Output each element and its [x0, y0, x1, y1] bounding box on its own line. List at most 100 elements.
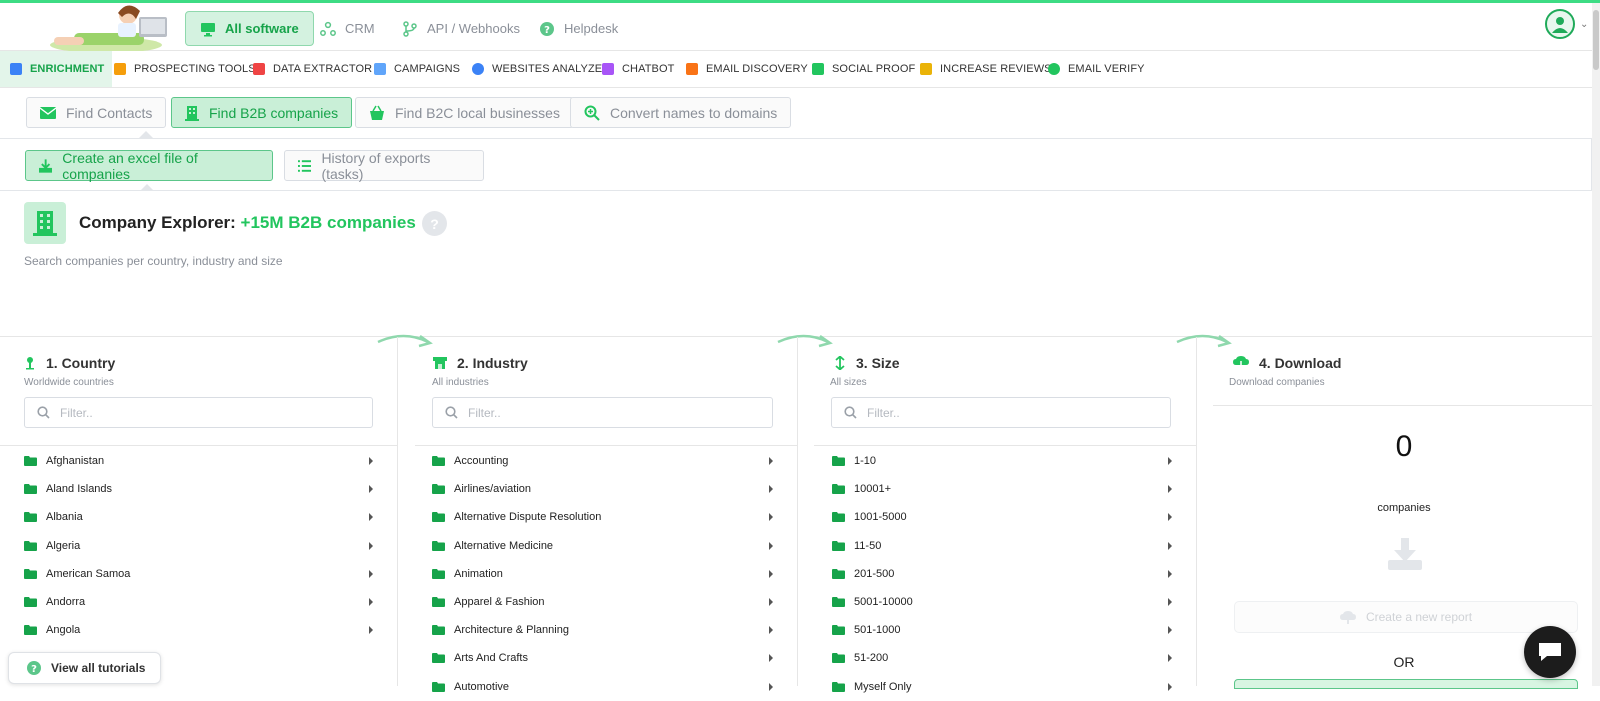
list-item[interactable]: Automotive: [408, 673, 791, 701]
list-item[interactable]: Arts And Crafts: [408, 644, 791, 672]
list-item[interactable]: Albania: [0, 503, 398, 531]
caret-right-icon[interactable]: [369, 457, 373, 465]
list-item[interactable]: 1-10: [808, 447, 1191, 475]
convert-names-to-domains-button[interactable]: Convert names to domains: [570, 97, 792, 128]
list-item[interactable]: Airlines/aviation: [408, 475, 791, 503]
list-item-label: 201-500: [854, 567, 895, 580]
caret-right-icon[interactable]: [769, 541, 773, 550]
caret-right-icon[interactable]: [369, 569, 373, 578]
caret-right-icon[interactable]: [769, 654, 773, 663]
caret-right-icon[interactable]: [769, 597, 773, 606]
envelope-icon: [40, 106, 56, 119]
subnav-prospecting-tools[interactable]: PROSPECTING TOOLS: [106, 51, 264, 87]
list-item[interactable]: 51-200: [808, 644, 1191, 672]
list-item[interactable]: Architecture & Planning: [408, 616, 791, 644]
list-item[interactable]: 10001+: [808, 475, 1191, 503]
tab-helpdesk-label: Helpdesk: [564, 21, 619, 36]
caret-right-icon[interactable]: [1168, 597, 1172, 606]
help-button[interactable]: ?: [422, 211, 447, 236]
subnav-websites-analyze[interactable]: WEBSITES ANALYZE: [464, 51, 610, 87]
industry-filter-input[interactable]: Filter..: [432, 397, 773, 428]
chat-button[interactable]: [1524, 626, 1576, 678]
view-all-tutorials-button[interactable]: ? View all tutorials: [8, 652, 161, 684]
list-item[interactable]: Alternative Dispute Resolution: [408, 503, 791, 531]
caret-right-icon[interactable]: [769, 457, 773, 465]
list-item[interactable]: Andorra: [0, 588, 398, 616]
industry-list: Accounting Airlines/aviation Alternative D…: [408, 447, 791, 701]
caret-right-icon[interactable]: [369, 513, 373, 522]
basket-icon: [370, 105, 384, 120]
list-item[interactable]: 501-1000: [808, 616, 1191, 644]
secondary-download-button[interactable]: [1234, 679, 1578, 689]
list-item[interactable]: 1001-5000: [808, 503, 1191, 531]
button-label: Create a new report: [1365, 610, 1473, 624]
user-avatar-button[interactable]: [1545, 9, 1575, 39]
folder-icon: [432, 512, 445, 523]
caret-right-icon[interactable]: [769, 626, 773, 635]
list-divider: [0, 445, 398, 446]
list-divider: [814, 445, 1197, 446]
list-item[interactable]: Myself Only: [808, 673, 1191, 701]
caret-right-icon[interactable]: [769, 513, 773, 522]
country-filter-input[interactable]: Filter..: [24, 397, 373, 428]
caret-right-icon[interactable]: [1168, 626, 1172, 635]
find-b2b-companies-button[interactable]: Find B2B companies: [171, 97, 353, 128]
tab-helpdesk[interactable]: ? Helpdesk: [525, 11, 632, 46]
subnav-social-proof[interactable]: SOCIAL PROOF: [804, 51, 923, 87]
caret-right-icon[interactable]: [369, 485, 373, 494]
list-item[interactable]: 11-50: [808, 532, 1191, 560]
find-b2c-local-businesses-button[interactable]: Find B2C local businesses: [355, 97, 574, 128]
list-item[interactable]: Apparel & Fashion: [408, 588, 791, 616]
tab-api-webhooks[interactable]: API / Webhooks: [388, 11, 534, 46]
list-item[interactable]: Aland Islands: [0, 475, 398, 503]
list-item[interactable]: American Samoa: [0, 560, 398, 588]
list-item[interactable]: 5001-10000: [808, 588, 1191, 616]
list-item[interactable]: Algeria: [0, 532, 398, 560]
subnav-campaigns[interactable]: CAMPAIGNS: [366, 51, 468, 87]
caret-right-icon[interactable]: [1168, 541, 1172, 550]
subnav-email-verify[interactable]: EMAIL VERIFY: [1040, 51, 1153, 87]
create-excel-file-button[interactable]: Create an excel file of companies: [25, 150, 273, 182]
caret-right-icon[interactable]: [769, 485, 773, 494]
history-of-exports-button[interactable]: History of exports (tasks): [284, 150, 484, 182]
caret-right-icon[interactable]: [769, 569, 773, 578]
list-item[interactable]: 201-500: [808, 560, 1191, 588]
caret-right-icon[interactable]: [369, 626, 373, 635]
chevron-down-icon[interactable]: ⌄: [1580, 19, 1588, 30]
create-new-report-button[interactable]: Create a new report: [1234, 601, 1578, 633]
caret-right-icon[interactable]: [1168, 654, 1172, 663]
caret-right-icon[interactable]: [769, 682, 773, 691]
list-item[interactable]: Animation: [408, 560, 791, 588]
caret-right-icon[interactable]: [369, 541, 373, 550]
caret-right-icon[interactable]: [1168, 569, 1172, 578]
subnav-email-discovery[interactable]: EMAIL DISCOVERY: [678, 51, 816, 87]
size-filter-input[interactable]: Filter..: [831, 397, 1171, 428]
caret-right-icon[interactable]: [1168, 485, 1172, 494]
caret-right-icon[interactable]: [1168, 682, 1172, 691]
list-item[interactable]: Accounting: [408, 447, 791, 475]
top-navigation: All software CRM API / Webhooks ? Helpde…: [0, 3, 1600, 51]
column-title-text: 4. Download: [1259, 355, 1342, 371]
caret-right-icon[interactable]: [1168, 457, 1172, 465]
tab-all-software[interactable]: All software: [185, 11, 314, 46]
branch-icon: [403, 20, 417, 37]
list-item[interactable]: Afghanistan: [0, 447, 398, 475]
folder-icon: [432, 568, 445, 579]
subnav-chatbot[interactable]: CHATBOT: [594, 51, 682, 87]
caret-right-icon[interactable]: [1168, 513, 1172, 522]
page-scrollbar[interactable]: [1592, 3, 1600, 686]
list-item[interactable]: Angola: [0, 616, 398, 644]
list-item-label: American Samoa: [46, 567, 131, 580]
page-subtitle: Search companies per country, industry a…: [24, 254, 283, 268]
scrollbar-thumb[interactable]: [1593, 10, 1599, 70]
list-item-label: 11-50: [854, 539, 882, 552]
subnav-enrichment[interactable]: ENRICHMENT: [0, 51, 113, 87]
list-item-label: 5001-10000: [854, 596, 913, 609]
caret-right-icon[interactable]: [369, 597, 373, 606]
subnav-increase-reviews[interactable]: INCREASE REVIEWS: [912, 51, 1060, 87]
tab-crm[interactable]: CRM: [306, 11, 389, 46]
list-item[interactable]: Alternative Medicine: [408, 532, 791, 560]
find-contacts-button[interactable]: Find Contacts: [26, 97, 167, 128]
subnav-data-extractor[interactable]: DATA EXTRACTOR: [245, 51, 380, 87]
action-panel: Create an excel file of companies Histor…: [0, 138, 1592, 191]
